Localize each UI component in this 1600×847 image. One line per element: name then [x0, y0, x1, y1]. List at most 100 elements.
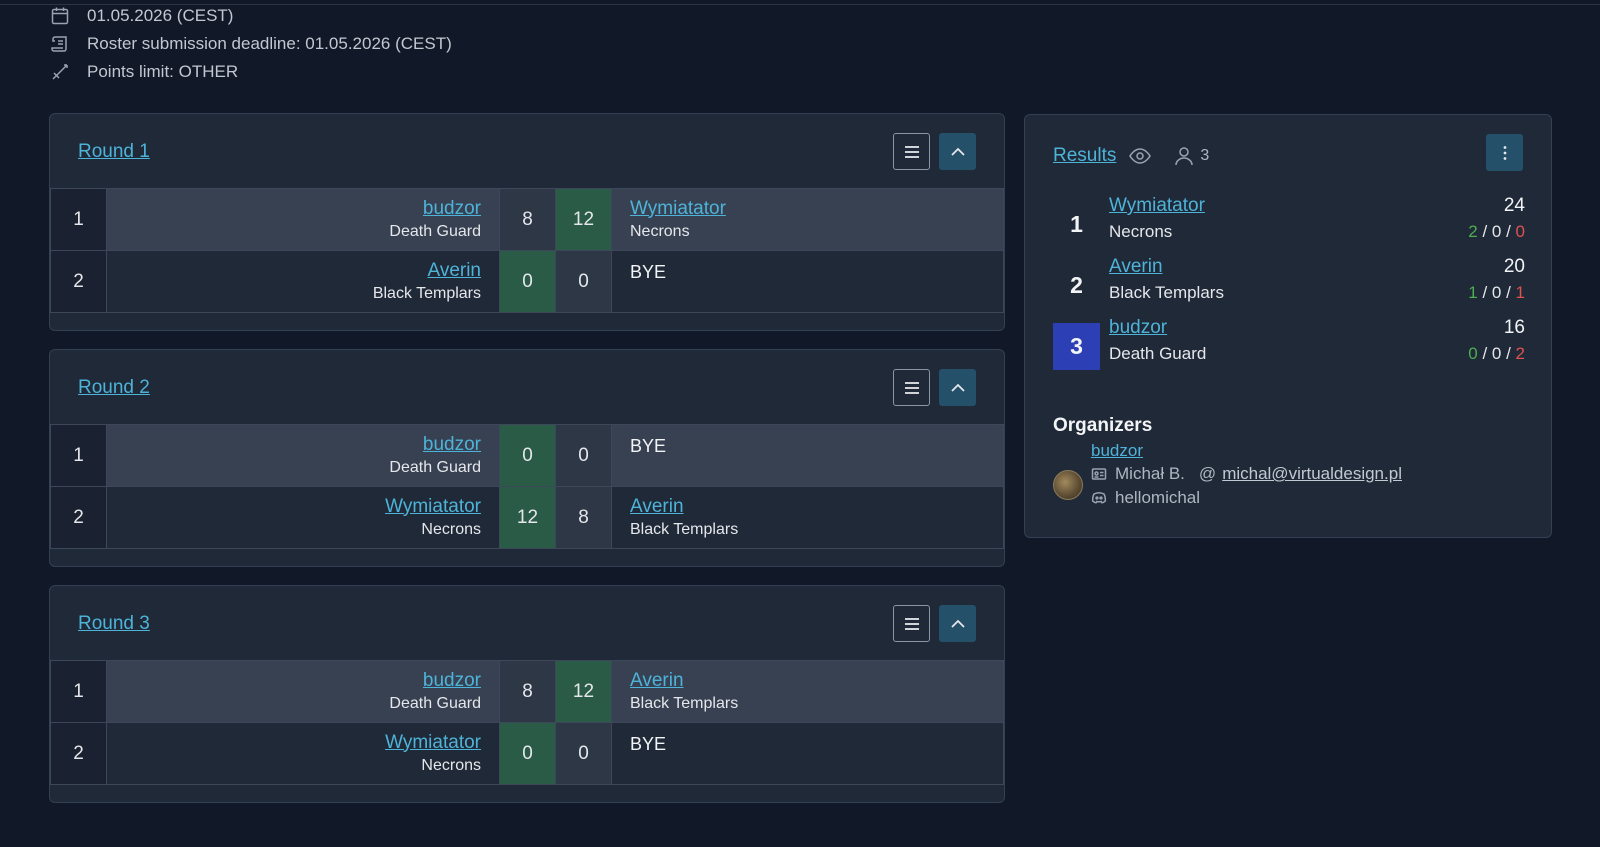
- player1-faction: Necrons: [421, 756, 481, 774]
- standing-player-link[interactable]: Wymiatator: [1109, 195, 1205, 217]
- standing-faction: Black Templars: [1109, 283, 1224, 302]
- wins-count: 1: [1468, 283, 1478, 302]
- chevron-up-icon: [950, 383, 965, 392]
- player1-link[interactable]: Wymiatator: [385, 496, 481, 517]
- deadline-row: Roster submission deadline: 01.05.2026 (…: [50, 30, 452, 58]
- avatar: [1053, 470, 1083, 500]
- standing-rank: 1: [1070, 211, 1083, 237]
- player1-link[interactable]: budzor: [423, 670, 481, 691]
- standing-faction: Necrons: [1109, 222, 1173, 241]
- standing-rank: 3: [1053, 323, 1100, 370]
- round-collapse-button[interactable]: [939, 605, 976, 642]
- event-date: 01.05.2026 (CEST): [87, 6, 234, 25]
- chevron-up-icon: [950, 619, 965, 628]
- standing-player-link[interactable]: Averin: [1109, 256, 1163, 278]
- round-collapse-button[interactable]: [939, 369, 976, 406]
- player2-score: 12: [555, 188, 612, 251]
- pairings-table: 1 budzor Death Guard 0 0 BYE 2 Wymiatator Necron…: [50, 424, 1004, 549]
- results-card: Results 3 1 Wymiatator Necrons 24 2 / 0 / 02…: [1024, 114, 1552, 538]
- date-row: 01.05.2026 (CEST): [50, 2, 452, 30]
- player2-score: 8: [555, 486, 612, 549]
- player1-faction: Death Guard: [389, 222, 481, 240]
- points-row: Points limit: OTHER: [50, 58, 452, 86]
- player1-link[interactable]: Averin: [427, 260, 481, 281]
- player1-score: 0: [499, 424, 556, 487]
- player1-link[interactable]: Wymiatator: [385, 732, 481, 753]
- player1-score: 0: [499, 722, 556, 785]
- draws-count: 0: [1491, 344, 1502, 363]
- player1-cell: Averin Black Templars: [106, 250, 500, 313]
- round-actions: [893, 369, 976, 406]
- organizers-title: Organizers: [1053, 415, 1153, 436]
- standing-points: 24: [1503, 195, 1525, 216]
- round-title-link[interactable]: Round 1: [78, 141, 150, 163]
- swords-icon: [50, 62, 70, 82]
- standing-player-link[interactable]: budzor: [1109, 317, 1167, 339]
- organizer-email-link[interactable]: michal@virtualdesign.pl: [1222, 464, 1402, 484]
- player1-link[interactable]: budzor: [423, 198, 481, 219]
- player1-score: 12: [499, 486, 556, 549]
- table-number: 2: [50, 486, 107, 549]
- draws-count: 0: [1491, 283, 1502, 302]
- player1-faction: Black Templars: [372, 284, 481, 302]
- organizer-discord-row: hellomichal: [1091, 488, 1200, 508]
- results-header: Results 3: [1053, 137, 1209, 175]
- standing-faction: Death Guard: [1109, 344, 1207, 363]
- player1-cell: Wymiatator Necrons: [106, 486, 500, 549]
- round-card-3: Round 3 1 budzor Death Guard 8 12 Averin Black…: [49, 585, 1005, 803]
- player1-link[interactable]: budzor: [423, 434, 481, 455]
- player1-cell: budzor Death Guard: [106, 424, 500, 487]
- round-menu-button[interactable]: [893, 133, 930, 170]
- player1-score: 8: [499, 188, 556, 251]
- kebab-icon: [1503, 145, 1506, 160]
- round-collapse-button[interactable]: [939, 133, 976, 170]
- table-row: 1 budzor Death Guard 8 12 Averin Black Templar…: [50, 660, 1004, 723]
- round-title-link[interactable]: Round 2: [78, 377, 150, 399]
- table-number: 1: [50, 424, 107, 487]
- player1-faction: Death Guard: [389, 458, 481, 476]
- results-title-link[interactable]: Results: [1053, 145, 1116, 167]
- pairings-table: 1 budzor Death Guard 8 12 Wymiatator Necrons 2 A…: [50, 188, 1004, 313]
- player2-link[interactable]: Averin: [630, 670, 684, 691]
- player1-cell: budzor Death Guard: [106, 188, 500, 251]
- wins-count: 0: [1468, 344, 1478, 363]
- at-icon: @: [1198, 464, 1217, 483]
- player1-score: 0: [499, 250, 556, 313]
- player1-faction: Necrons: [421, 520, 481, 538]
- player2-faction: Black Templars: [630, 520, 739, 538]
- player1-score: 8: [499, 660, 556, 723]
- organizer-real-name: Michał B.: [1115, 464, 1185, 483]
- round-header: Round 2: [78, 350, 150, 426]
- pairings-table: 1 budzor Death Guard 8 12 Averin Black Templar…: [50, 660, 1004, 785]
- discord-icon: [1091, 491, 1107, 504]
- chevron-up-icon: [950, 147, 965, 156]
- table-row: 1 budzor Death Guard 8 12 Wymiatator Necrons: [50, 188, 1004, 251]
- results-menu-button[interactable]: [1486, 134, 1523, 171]
- round-actions: [893, 133, 976, 170]
- player2-score: 0: [555, 250, 612, 313]
- round-menu-button[interactable]: [893, 369, 930, 406]
- eye-icon[interactable]: [1128, 144, 1152, 168]
- standing-record: 0 / 0 / 2: [1468, 344, 1525, 363]
- losses-count: 1: [1515, 283, 1525, 302]
- losses-count: 0: [1515, 222, 1525, 241]
- round-title-link[interactable]: Round 3: [78, 613, 150, 635]
- organizer-username-link[interactable]: budzor: [1091, 441, 1143, 461]
- standing-record: 1 / 0 / 1: [1468, 283, 1525, 302]
- table-number: 1: [50, 660, 107, 723]
- player2-link[interactable]: Wymiatator: [630, 198, 726, 219]
- player2-link[interactable]: Averin: [630, 496, 684, 517]
- round-header: Round 1: [78, 114, 150, 190]
- event-info: 01.05.2026 (CEST) Roster submission dead…: [50, 2, 452, 86]
- round-menu-button[interactable]: [893, 605, 930, 642]
- hamburger-icon: [904, 381, 919, 394]
- organizer-discord: hellomichal: [1115, 488, 1201, 507]
- id-card-icon: [1091, 468, 1107, 480]
- table-number: 2: [50, 722, 107, 785]
- player1-cell: Wymiatator Necrons: [106, 722, 500, 785]
- standing-record: 2 / 0 / 0: [1468, 222, 1525, 241]
- player2-cell: BYE: [611, 424, 1004, 487]
- table-number: 2: [50, 250, 107, 313]
- table-number: 1: [50, 188, 107, 251]
- player2-faction: Necrons: [630, 222, 690, 240]
